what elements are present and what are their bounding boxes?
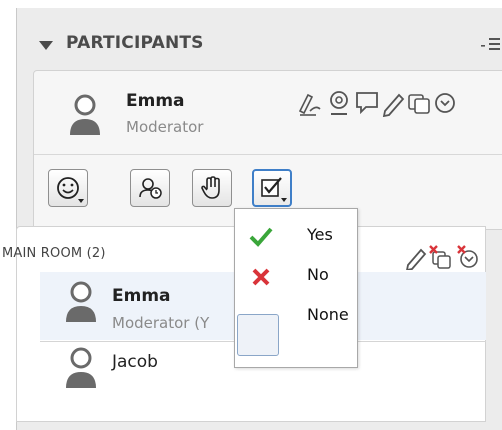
- panel-header[interactable]: PARTICIPANTS: [17, 8, 502, 70]
- room-label: MAIN ROOM (2): [2, 246, 106, 261]
- participant-name: Emma: [112, 286, 171, 306]
- panel-title: PARTICIPANTS: [66, 33, 204, 53]
- menu-item-label: No: [307, 265, 329, 284]
- menu-item-label: Yes: [307, 225, 333, 244]
- participant-role: Moderator (Y: [112, 314, 210, 332]
- check-icon: [249, 227, 273, 247]
- share-screen-icon[interactable]: [406, 89, 432, 117]
- chevron-down-icon: [78, 199, 84, 203]
- chevron-down-icon: [281, 198, 287, 202]
- share-screen-disabled-icon[interactable]: [428, 244, 454, 270]
- presenter-pointer-icon[interactable]: [296, 89, 322, 117]
- remote-control-icon[interactable]: [432, 89, 458, 117]
- menu-item-yes[interactable]: Yes: [235, 217, 357, 257]
- user-avatar-icon: [66, 281, 96, 322]
- panel-options-icon[interactable]: [481, 36, 502, 54]
- collapse-arrow-icon[interactable]: [39, 41, 53, 50]
- chat-bubble-icon[interactable]: [354, 89, 380, 117]
- my-name: Emma: [126, 91, 185, 111]
- user-avatar-icon: [70, 94, 100, 135]
- away-icon: [139, 178, 162, 199]
- my-role: Moderator: [126, 118, 204, 136]
- poll-answer-button[interactable]: [252, 169, 292, 207]
- my-participant-row[interactable]: Emma Moderator: [34, 71, 502, 153]
- raise-hand-button[interactable]: [192, 169, 232, 207]
- participant-name[interactable]: Jacob: [112, 352, 158, 372]
- webcam-icon[interactable]: [326, 89, 352, 117]
- away-status-button[interactable]: [130, 169, 170, 207]
- user-avatar-icon: [66, 347, 96, 388]
- x-icon: [252, 268, 270, 286]
- card-divider: [34, 154, 502, 155]
- menu-item-no[interactable]: No: [235, 257, 357, 297]
- raise-hand-icon: [201, 176, 220, 199]
- page: PARTICIPANTS Emma Moderator MAIN ROOM (2…: [0, 0, 502, 430]
- pencil-icon[interactable]: [404, 244, 428, 270]
- emoticon-status-button[interactable]: [48, 169, 88, 207]
- empty-box-icon: [237, 314, 279, 356]
- menu-item-none[interactable]: None: [235, 297, 357, 363]
- pencil-icon[interactable]: [380, 89, 406, 117]
- smiley-icon: [57, 177, 79, 199]
- poll-answer-menu: Yes No None: [234, 208, 358, 368]
- menu-item-label: None: [307, 305, 349, 324]
- remote-control-disabled-icon[interactable]: [456, 244, 482, 270]
- my-status-card: Emma Moderator: [33, 70, 502, 230]
